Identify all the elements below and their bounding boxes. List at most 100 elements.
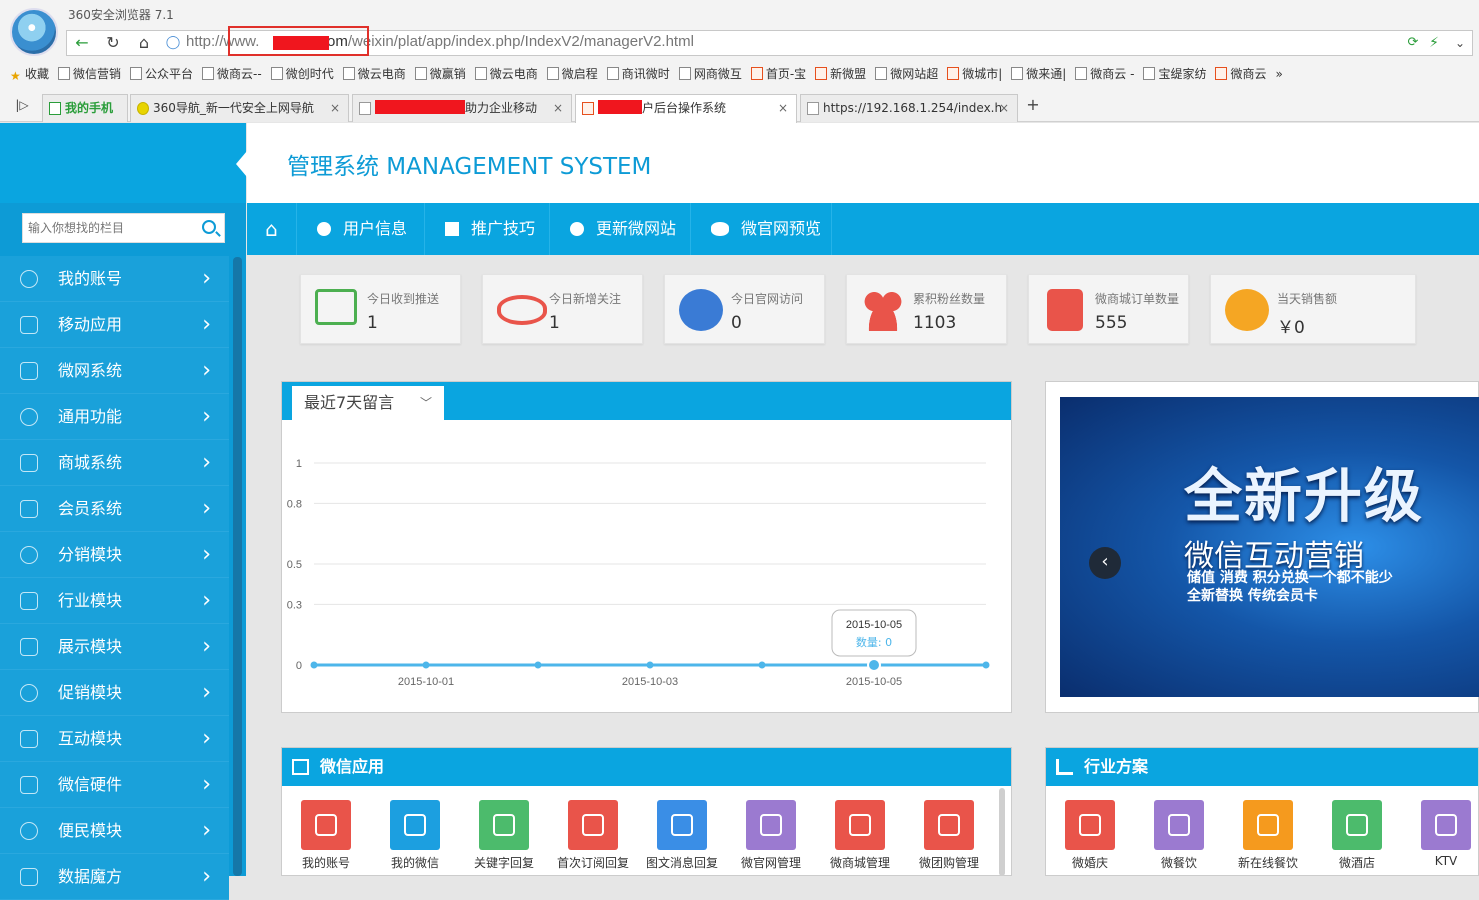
bookmark-item[interactable]: 微来通|	[1011, 62, 1066, 86]
sidebar-search	[22, 213, 225, 243]
nav-user-info[interactable]: 用户信息	[297, 203, 425, 255]
range-select[interactable]: 最近7天留言 ﹀	[292, 386, 444, 420]
tab-local-ip[interactable]: https://192.168.1.254/index.h ×	[800, 94, 1018, 122]
app-tile[interactable]: 微团购管理	[909, 800, 989, 871]
app-tile[interactable]: 我的微信	[375, 800, 455, 871]
app-tile[interactable]: 微商城管理	[820, 800, 900, 871]
lightning-icon[interactable]: ⚡	[1422, 32, 1446, 54]
promo-banner[interactable]: 全新升级 微信互动营销 储值 消费 积分兑换一个都不能少 全新替换 传统会员卡	[1060, 397, 1479, 697]
tab-enterprise[interactable]: 助力企业移动 ×	[352, 94, 572, 122]
refresh-icon[interactable]: ↻	[101, 32, 125, 54]
sidebar-item[interactable]: 通用功能 ›	[0, 394, 229, 440]
bookmark-item[interactable]: 微城市|	[947, 62, 1002, 86]
app-tile[interactable]: 微酒店	[1317, 800, 1397, 871]
bookmark-item[interactable]: 微网站超	[875, 62, 938, 86]
app-label: 微餐饮	[1160, 856, 1197, 870]
sidebar-item[interactable]: 微网系统 ›	[0, 348, 229, 394]
chevron-right-icon: ›	[202, 312, 211, 337]
star-icon: ★	[10, 69, 21, 83]
line-chart: 0 0.3 0.5 0.8 1 2015-10-01 2015-10-03 2015-10-0…	[287, 458, 990, 688]
sidebar-item[interactable]: 数据魔方 ›	[0, 854, 229, 900]
sidebar-toggle-icon[interactable]: |▷	[10, 94, 34, 116]
chevron-right-icon: ›	[202, 358, 211, 383]
chevron-down-icon[interactable]: ⌄	[1448, 32, 1472, 54]
x-tick-label: 2015-10-05	[846, 676, 902, 688]
bookmarks-overflow-icon[interactable]: »	[1275, 62, 1282, 86]
tab-backend[interactable]: 户后台操作系统 ×	[575, 94, 797, 123]
stat-value: 1	[367, 313, 378, 333]
sidebar-item[interactable]: 展示模块 ›	[0, 624, 229, 670]
bookmark-item[interactable]: 公众平台	[130, 62, 193, 86]
app-tile[interactable]: 新在线餐饮	[1228, 800, 1308, 871]
nav-site-preview[interactable]: 微官网预览	[691, 203, 832, 255]
nav-update-site[interactable]: 更新微网站	[550, 203, 691, 255]
data-point	[867, 658, 881, 672]
banner-prev-button[interactable]: ‹	[1089, 547, 1121, 579]
close-icon[interactable]: ×	[553, 95, 563, 121]
tab-360-nav[interactable]: 360导航_新一代安全上网导航 ×	[130, 94, 349, 122]
bookmark-item[interactable]: 网商微互	[678, 62, 742, 86]
sidebar-menu: 我的账号 › 移动应用 › 微网系统 › 通用功能 › 商城系统 › 会员系统 › 分销模块 › 行业模块 ›…	[0, 256, 229, 900]
bookmark-item[interactable]: 微赢销	[414, 62, 466, 86]
menu-icon	[20, 362, 38, 380]
app-tile[interactable]: 我的账号	[286, 800, 366, 871]
apps-scrollbar[interactable]	[999, 788, 1005, 876]
search-input[interactable]	[23, 214, 188, 242]
new-tab-icon[interactable]: +	[1021, 94, 1045, 116]
bookmark-item[interactable]: 首页-宝	[750, 62, 806, 86]
app-tile[interactable]: 微餐饮	[1139, 800, 1219, 871]
close-icon[interactable]: ×	[999, 95, 1009, 121]
bookmark-item[interactable]: 微启程	[546, 62, 598, 86]
app-tile[interactable]: 微官网管理	[731, 800, 811, 871]
app-tile[interactable]: 图文消息回复	[642, 800, 722, 871]
close-icon[interactable]: ×	[330, 95, 340, 121]
page-icon	[875, 67, 888, 80]
app-tile[interactable]: 微婚庆	[1050, 800, 1130, 871]
bookmark-item[interactable]: 商讯微时	[606, 62, 670, 86]
app-tile[interactable]: KTV	[1406, 800, 1479, 868]
bookmark-item[interactable]: 微创时代	[270, 62, 334, 86]
bookmark-item[interactable]: 微商云 -	[1075, 62, 1134, 86]
eye-icon	[497, 295, 547, 325]
sidebar-collapse-arrow[interactable]	[236, 151, 247, 177]
bookmark-item[interactable]: 新微盟	[815, 62, 866, 86]
globe-icon: ◯	[165, 35, 181, 50]
sidebar-item[interactable]: 移动应用 ›	[0, 302, 229, 348]
app-tile[interactable]: 关键字回复	[464, 800, 544, 871]
bookmark-item[interactable]: 微商云	[1215, 62, 1266, 86]
search-icon[interactable]	[202, 220, 216, 234]
app-icon	[390, 800, 440, 850]
bookmark-item[interactable]: ★ 收藏	[10, 62, 49, 86]
sidebar-item[interactable]: 互动模块 ›	[0, 716, 229, 762]
sidebar-item[interactable]: 分销模块 ›	[0, 532, 229, 578]
sidebar-item[interactable]: 会员系统 ›	[0, 486, 229, 532]
chevron-right-icon: ›	[202, 542, 211, 567]
bookmark-item[interactable]: 微云电商	[474, 62, 538, 86]
top-nav: ⌂ 用户信息 推广技巧 更新微网站 微官网预览	[247, 203, 1479, 255]
bookmark-item[interactable]: 宝缇家纺	[1143, 62, 1206, 86]
sidebar-item[interactable]: 促销模块 ›	[0, 670, 229, 716]
stat-card: 今日官网访问 0	[664, 274, 825, 344]
tab-my-phone[interactable]: 我的手机	[42, 94, 128, 122]
bookmark-item[interactable]: 微信营销	[58, 62, 121, 86]
globe-icon	[570, 222, 584, 236]
sidebar-item[interactable]: 商城系统 ›	[0, 440, 229, 486]
nav-promo-tips[interactable]: 推广技巧	[425, 203, 550, 255]
page-icon	[750, 67, 763, 80]
home-icon[interactable]: ⌂	[132, 32, 156, 54]
sidebar-item[interactable]: 便民模块 ›	[0, 808, 229, 854]
bookmark-item[interactable]: 微云电商	[342, 62, 406, 86]
menu-icon	[20, 638, 38, 656]
close-icon[interactable]: ×	[778, 95, 788, 121]
back-arrow-icon[interactable]: ←	[70, 32, 94, 54]
bookmark-item[interactable]: 微商云--	[202, 62, 262, 86]
home-nav-icon[interactable]: ⌂	[247, 203, 297, 255]
chevron-down-icon: ﹀	[419, 396, 432, 410]
sidebar-item[interactable]: 行业模块 ›	[0, 578, 229, 624]
sidebar-item[interactable]: 微信硬件 ›	[0, 762, 229, 808]
banner-line-2: 全新替换 传统会员卡	[1187, 588, 1318, 604]
sidebar-item[interactable]: 我的账号 ›	[0, 256, 229, 302]
y-tick-label: 0.8	[287, 498, 302, 510]
sidebar-scrollbar[interactable]	[233, 257, 242, 876]
app-tile[interactable]: 首次订阅回复	[553, 800, 633, 871]
